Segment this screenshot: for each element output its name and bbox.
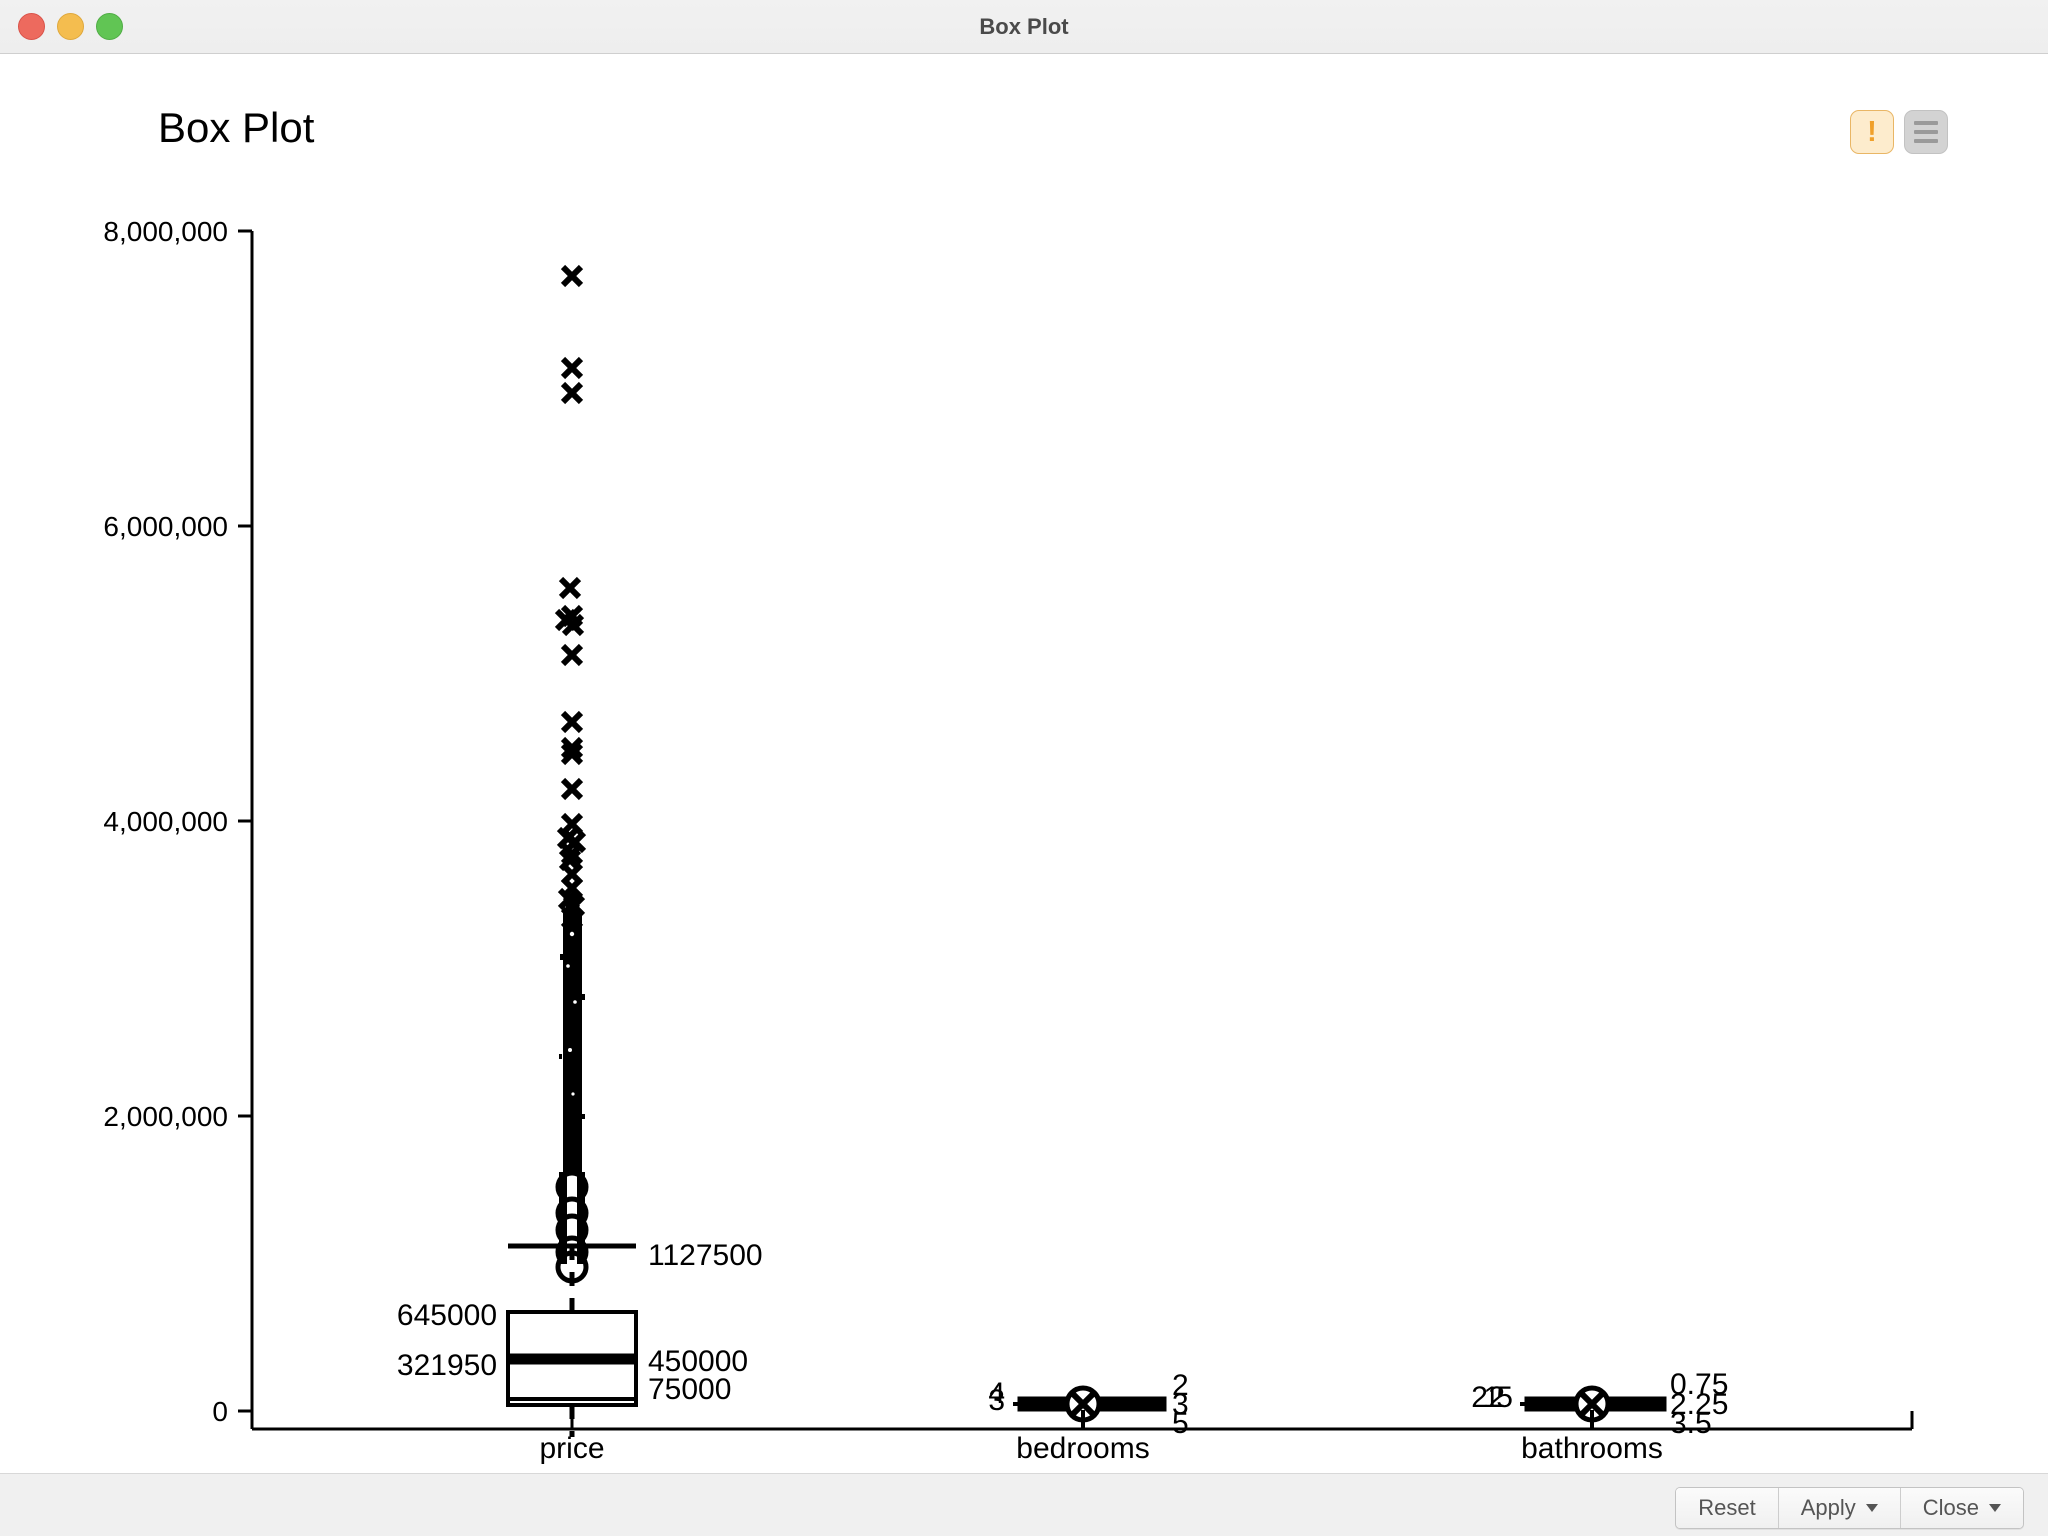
reset-button[interactable]: Reset: [1676, 1488, 1779, 1528]
price-q1-label: 321950: [397, 1349, 497, 1382]
close-button[interactable]: Close: [1900, 1488, 2023, 1528]
window-footer: Reset Apply Close: [0, 1473, 2048, 1536]
window-title: Box Plot: [979, 14, 1069, 39]
price-q3-label: 645000: [397, 1299, 497, 1332]
bedrooms-boxplot: [1013, 1385, 1167, 1429]
apply-button-label: Apply: [1800, 1495, 1856, 1520]
box-plot-window: Box Plot Box Plot ! 8,000,000 6,000,000 …: [0, 0, 2048, 1536]
footer-button-group: Reset Apply Close: [1675, 1487, 2024, 1529]
bedrooms-left-label-2: 4: [988, 1377, 1005, 1410]
ytick-label: 4,000,000: [103, 806, 228, 837]
bedrooms-right-label-3: 5: [1172, 1407, 1189, 1440]
chevron-down-icon: [1989, 1504, 2001, 1512]
bathrooms-left-label-3: 2: [1488, 1381, 1505, 1414]
chart-panel: Box Plot ! 8,000,000 6,000,000 4,000,000…: [0, 54, 2048, 1473]
xtick-label-price: price: [539, 1432, 604, 1465]
window-titlebar: Box Plot: [0, 0, 2048, 54]
xtick-label-bathrooms: bathrooms: [1521, 1432, 1663, 1465]
ytick-label: 2,000,000: [103, 1101, 228, 1132]
box-plot-canvas: 8,000,000 6,000,000 4,000,000 2,000,000 …: [0, 54, 2048, 1473]
apply-button[interactable]: Apply: [1778, 1488, 1901, 1528]
xtick-label-bedroms: bedrooms: [1016, 1432, 1149, 1465]
price-outliers: [557, 267, 585, 1172]
close-button-label: Close: [1922, 1495, 1979, 1520]
price-upper-whisker-label: 1127500: [648, 1239, 763, 1272]
ytick-label: 0: [212, 1396, 228, 1427]
chevron-down-icon: [1865, 1504, 1878, 1512]
reset-button-label: Reset: [1698, 1495, 1756, 1520]
bathrooms-right-label-3: 3.5: [1670, 1407, 1712, 1440]
price-lower-whisker-label: 75000: [648, 1373, 731, 1406]
ytick-label: 6,000,000: [103, 511, 228, 542]
ytick-label: 8,000,000: [103, 216, 228, 247]
